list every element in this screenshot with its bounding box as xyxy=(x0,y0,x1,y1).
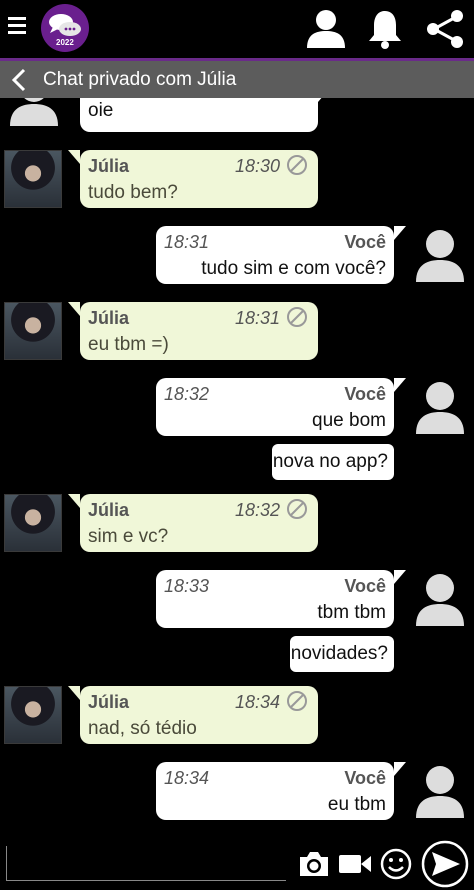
message-text: tudo bem? xyxy=(88,182,178,203)
message-time: 18:31 xyxy=(235,308,281,328)
logo-badge: 2022 xyxy=(56,38,74,47)
sender-name: Você xyxy=(344,768,386,788)
user-avatar-icon xyxy=(416,766,464,818)
message-text: eu tbm =) xyxy=(88,334,169,355)
message-time: 18:33 xyxy=(164,576,210,596)
message-text: eu tbm xyxy=(327,794,386,815)
message-time: 18:31 xyxy=(164,232,210,252)
message-time: 18:32 xyxy=(235,500,281,520)
message-list: oie Júlia 18:30 tudo bem? 18:31 Você tud… xyxy=(0,98,474,840)
message-text: oie xyxy=(88,100,114,121)
message-input[interactable] xyxy=(8,846,288,882)
video-icon[interactable] xyxy=(338,852,372,876)
message-text: novidades? xyxy=(290,643,388,664)
julia-avatar[interactable] xyxy=(4,494,62,552)
message-time: 18:34 xyxy=(164,768,210,788)
message-bubble-sent[interactable]: oie xyxy=(80,98,330,132)
block-icon[interactable] xyxy=(286,690,308,712)
input-underline xyxy=(6,880,286,881)
chat-title: Chat privado com Júlia xyxy=(43,69,237,90)
julia-avatar[interactable] xyxy=(4,150,62,208)
message-text: tbm tbm xyxy=(317,602,386,623)
message-bubble-received[interactable]: Júlia 18:31 eu tbm =) xyxy=(68,302,318,360)
input-edge xyxy=(6,846,7,880)
user-avatar-icon xyxy=(416,230,464,282)
menu-icon[interactable] xyxy=(8,14,26,38)
smiley-icon[interactable] xyxy=(380,848,412,880)
sender-name: Você xyxy=(344,384,386,404)
sender-name: Você xyxy=(344,232,386,252)
message-text: que bom xyxy=(312,410,386,431)
send-icon[interactable] xyxy=(420,840,470,888)
message-bubble-sent-continuation[interactable]: novidades? xyxy=(290,636,394,672)
message-bubble-received[interactable]: Júlia 18:34 nad, só tédio xyxy=(68,686,318,744)
composer-bar xyxy=(0,840,474,890)
message-text: nad, só tédio xyxy=(88,718,197,739)
message-bubble-sent[interactable]: 18:32 Você que bom xyxy=(156,378,406,436)
top-bar: 2022 xyxy=(0,0,474,58)
sender-name: Júlia xyxy=(88,156,130,176)
sender-name: Júlia xyxy=(88,692,130,712)
julia-avatar[interactable] xyxy=(4,686,62,744)
message-text: sim e vc? xyxy=(88,526,169,547)
message-text: nova no app? xyxy=(272,451,388,472)
block-icon[interactable] xyxy=(286,154,308,176)
share-icon[interactable] xyxy=(424,8,466,50)
user-avatar-icon xyxy=(416,382,464,434)
message-bubble-sent-continuation[interactable]: nova no app? xyxy=(272,444,394,480)
user-avatar-icon xyxy=(416,574,464,626)
user-avatar-icon xyxy=(10,98,58,126)
message-time: 18:34 xyxy=(235,692,281,712)
julia-avatar[interactable] xyxy=(4,302,62,360)
block-icon[interactable] xyxy=(286,306,308,328)
sender-name: Júlia xyxy=(88,500,130,520)
bell-icon[interactable] xyxy=(366,8,404,50)
message-bubble-received[interactable]: Júlia 18:32 sim e vc? xyxy=(68,494,318,552)
message-bubble-sent[interactable]: 18:31 Você tudo sim e com você? xyxy=(156,226,406,284)
chat-header: Chat privado com Júlia xyxy=(0,61,474,98)
message-time: 18:30 xyxy=(235,156,281,176)
message-bubble-sent[interactable]: 18:34 Você eu tbm xyxy=(156,762,406,820)
message-time: 18:32 xyxy=(164,384,210,404)
block-icon[interactable] xyxy=(286,498,308,520)
message-text: tudo sim e com você? xyxy=(201,258,386,279)
message-bubble-received[interactable]: Júlia 18:30 tudo bem? xyxy=(68,150,318,208)
sender-name: Você xyxy=(344,576,386,596)
chevron-left-icon[interactable] xyxy=(10,67,28,93)
app-logo[interactable]: 2022 xyxy=(40,3,90,53)
camera-icon[interactable] xyxy=(298,850,330,878)
person-icon[interactable] xyxy=(306,8,346,50)
sender-name: Júlia xyxy=(88,308,130,328)
message-bubble-sent[interactable]: 18:33 Você tbm tbm xyxy=(156,570,406,628)
